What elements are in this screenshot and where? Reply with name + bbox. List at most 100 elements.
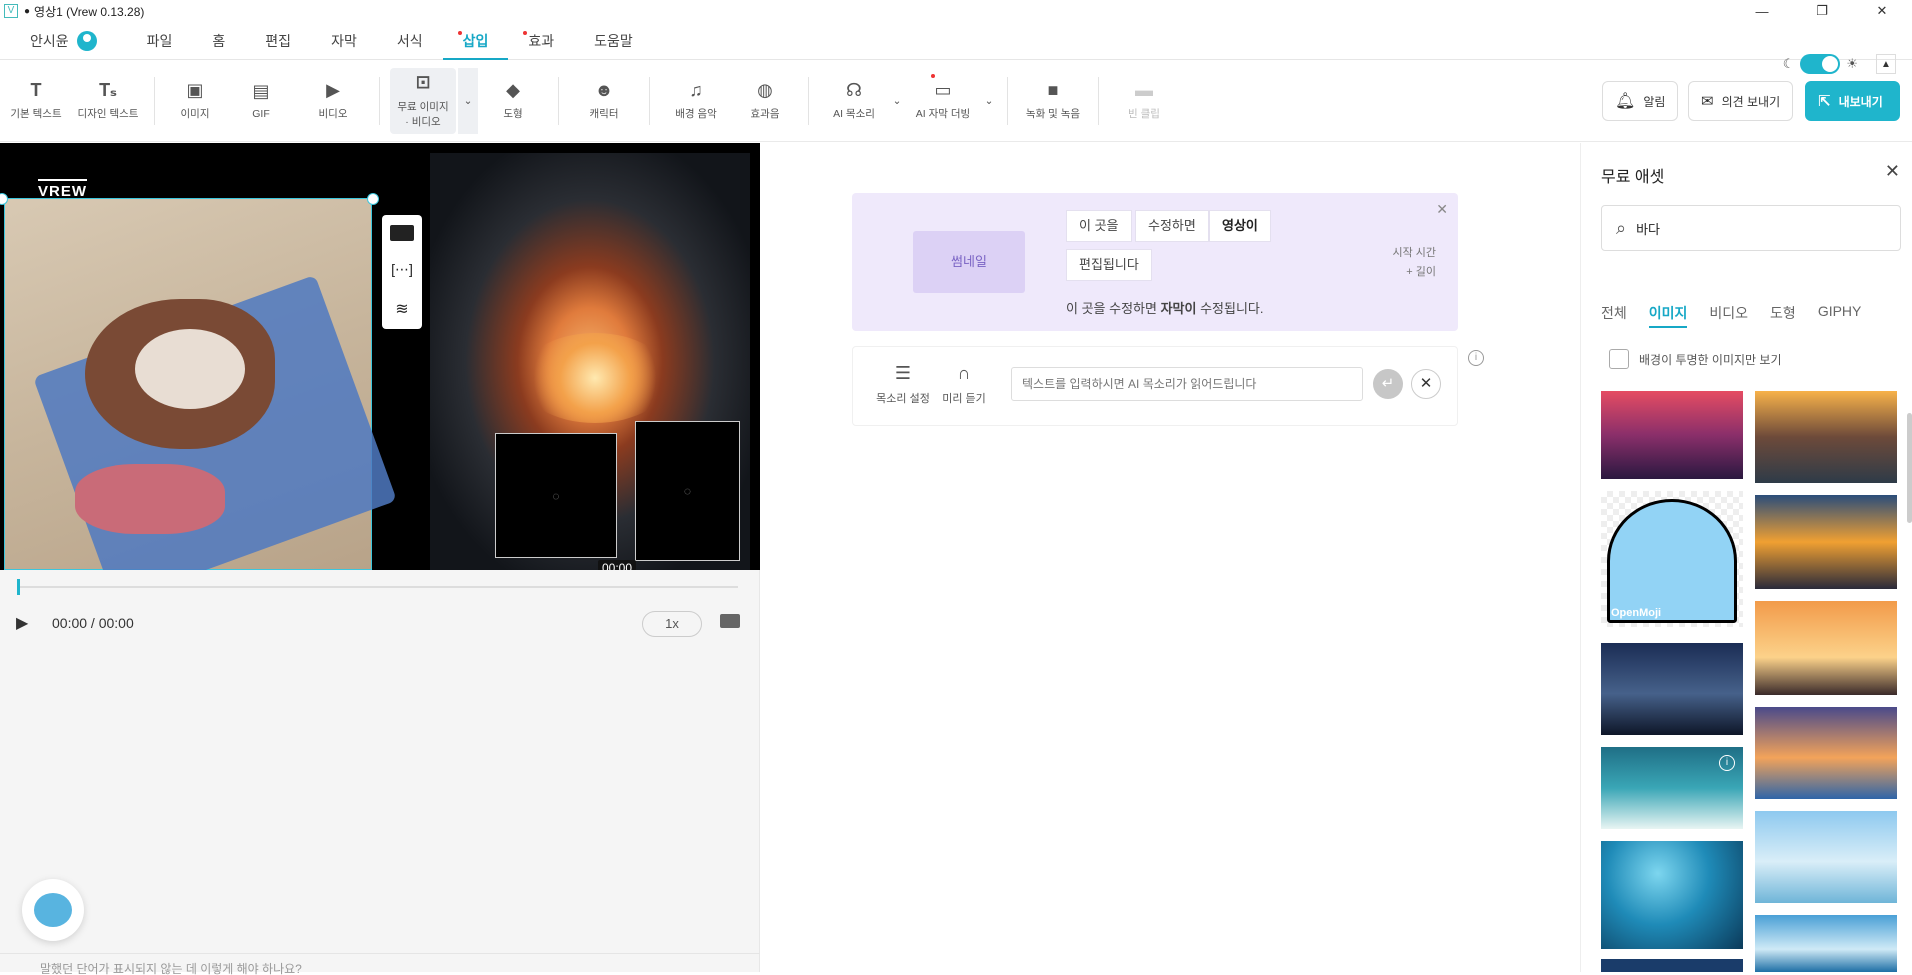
menu-subtitle[interactable]: 자막	[311, 22, 377, 60]
record-tool[interactable]: ■ 녹화 및 녹음	[1018, 68, 1088, 134]
notification-button[interactable]: 🔔︎ 알림	[1602, 81, 1679, 121]
clear-tts-button[interactable]: ✕	[1411, 369, 1441, 399]
asset-thumb[interactable]	[1755, 915, 1897, 972]
restore-button[interactable]: ❐	[1792, 0, 1852, 22]
free-media-dropdown[interactable]: ⌄	[458, 67, 478, 134]
selection-handle[interactable]	[367, 193, 379, 205]
playback-progress[interactable]	[18, 586, 738, 588]
asset-thumb[interactable]	[1601, 643, 1743, 735]
close-panel-icon[interactable]: ✕	[1885, 161, 1900, 182]
menu-format[interactable]: 서식	[377, 22, 443, 60]
chat-assistant-button[interactable]	[22, 879, 84, 941]
tab-video[interactable]: 비디오	[1709, 303, 1748, 328]
ai-voice-dropdown[interactable]: ⌄	[889, 68, 905, 134]
export-button[interactable]: ⇱ 내보내기	[1805, 81, 1900, 121]
fullscreen-icon[interactable]	[720, 614, 740, 628]
menu-effects[interactable]: 효과	[508, 22, 574, 60]
ai-dubbing-tool[interactable]: ▭ AI 자막 더빙	[905, 68, 981, 134]
sound-effect-icon: ◍	[757, 79, 773, 100]
character-tool[interactable]: ☻ 캐릭터	[569, 68, 639, 134]
play-icon[interactable]: ▶	[16, 613, 28, 633]
free-media-tool[interactable]: ⊡ 무료 이미지 · 비디오	[390, 67, 456, 134]
divider	[379, 76, 380, 125]
asset-thumb[interactable]	[1755, 495, 1897, 589]
layers-icon[interactable]: ≋	[395, 299, 408, 319]
clip-editor: 썸네일 이 곳을 수정하면 영상이 편집됩니다 이 곳을 수정하면 자막이 수정…	[760, 143, 1580, 972]
ai-dubbing-dropdown[interactable]: ⌄	[981, 68, 997, 134]
replace-media-icon[interactable]	[390, 225, 414, 242]
tts-text-input[interactable]	[1011, 367, 1363, 401]
asset-thumb-openmoji[interactable]: OpenMoji	[1601, 491, 1743, 627]
asset-thumb[interactable]	[1755, 391, 1897, 483]
assets-scrollbar[interactable]	[1907, 413, 1912, 523]
asset-thumb[interactable]	[1601, 391, 1743, 479]
asset-thumb[interactable]	[1601, 959, 1743, 972]
listen-preview-button[interactable]: ∩ 미리 듣기	[939, 363, 989, 406]
new-badge-icon	[457, 30, 462, 35]
basic-text-tool[interactable]: T 기본 텍스트	[0, 68, 72, 134]
close-window-button[interactable]: ✕	[1852, 0, 1912, 22]
shape-label: 도형	[503, 108, 523, 120]
transparent-filter[interactable]: 배경이 투명한 이미지만 보기	[1609, 349, 1781, 369]
design-text-tool[interactable]: Tₛ 디자인 텍스트	[72, 68, 144, 134]
asset-search-box[interactable]: ⌕ 바다	[1601, 205, 1901, 251]
camera-icon: ■	[1047, 79, 1059, 100]
asset-thumb[interactable]	[1755, 707, 1897, 799]
image-label: 이미지	[180, 108, 210, 120]
word-chip[interactable]: 영상이	[1209, 210, 1271, 242]
menu-help[interactable]: 도움말	[574, 22, 653, 60]
asset-search-input[interactable]: 바다	[1636, 219, 1660, 238]
music-note-icon: ♫	[689, 79, 703, 100]
asset-thumb[interactable]: i	[1601, 747, 1743, 829]
progress-handle[interactable]	[17, 579, 20, 595]
dog-gif[interactable]	[4, 198, 397, 570]
menu-file[interactable]: 파일	[127, 22, 193, 60]
shape-tool[interactable]: ◆ 도형	[478, 68, 548, 134]
empty-clip-tool[interactable]: ▬ 빈 클립	[1109, 68, 1179, 134]
clip-card[interactable]: 썸네일 이 곳을 수정하면 영상이 편집됩니다 이 곳을 수정하면 자막이 수정…	[852, 193, 1458, 331]
ai-voice-label: AI 목소리	[833, 108, 875, 120]
transparent-checkbox[interactable]	[1609, 349, 1629, 369]
sound-effect-tool[interactable]: ◍ 효과음	[732, 68, 798, 134]
tab-image[interactable]: 이미지	[1648, 303, 1688, 328]
feedback-button[interactable]: ✉ 의견 보내기	[1688, 81, 1794, 121]
user-name: 안시윤	[30, 32, 69, 49]
image-tool[interactable]: ▣ 이미지	[165, 68, 225, 134]
user-account[interactable]: 안시윤	[30, 30, 97, 51]
voice-settings-button[interactable]: ☰ 목소리 설정	[875, 363, 931, 406]
thumbnail-button[interactable]: 썸네일	[913, 231, 1025, 293]
transparent-filter-label: 배경이 투명한 이미지만 보기	[1639, 352, 1782, 367]
bgm-label: 배경 음악	[675, 108, 717, 120]
word-chip[interactable]: 이 곳을	[1066, 210, 1132, 242]
crop-icon[interactable]: [⋯]	[391, 261, 413, 278]
submit-tts-button[interactable]: ↵	[1373, 369, 1403, 399]
gif-tool[interactable]: ▤ GIF	[225, 68, 297, 134]
menu-home[interactable]: 홈	[192, 22, 245, 60]
ai-dubbing-label: AI 자막 더빙	[915, 108, 971, 120]
menu-insert[interactable]: 삽입	[442, 22, 509, 60]
asset-thumb[interactable]	[1601, 841, 1743, 949]
ai-dubbing-icon: ▭	[934, 79, 952, 100]
minimize-button[interactable]: —	[1732, 0, 1792, 22]
subtitle-bold-text: 자막이	[1160, 301, 1197, 316]
asset-thumb[interactable]	[1755, 811, 1897, 903]
info-icon[interactable]: i	[1468, 350, 1484, 366]
notification-label: 알림	[1643, 94, 1666, 109]
video-tool[interactable]: ▶ 비디오	[297, 68, 369, 134]
new-badge-icon	[931, 73, 935, 78]
word-chip[interactable]: 편집됩니다	[1066, 249, 1152, 281]
ai-voice-tool[interactable]: ☊ AI 목소리	[819, 68, 889, 134]
info-icon[interactable]: i	[1719, 755, 1735, 771]
word-chip[interactable]: 수정하면	[1135, 210, 1209, 242]
asset-thumb[interactable]	[1755, 601, 1897, 695]
bgm-tool[interactable]: ♫ 배경 음악	[660, 68, 732, 134]
tab-shape[interactable]: 도형	[1770, 303, 1796, 328]
subtitle-line[interactable]: 이 곳을 수정하면 자막이 수정됩니다.	[1066, 298, 1263, 317]
menu-edit[interactable]: 편집	[245, 22, 311, 60]
video-preview[interactable]: VREW [⋯] ≋ ◌ ◌ 00:00	[0, 143, 760, 570]
speed-button[interactable]: 1x	[642, 611, 702, 637]
close-icon[interactable]: ✕	[1436, 201, 1448, 218]
tab-all[interactable]: 전체	[1601, 303, 1627, 328]
tab-giphy[interactable]: GIPHY	[1818, 303, 1862, 328]
menu-insert-label: 삽입	[462, 32, 489, 49]
